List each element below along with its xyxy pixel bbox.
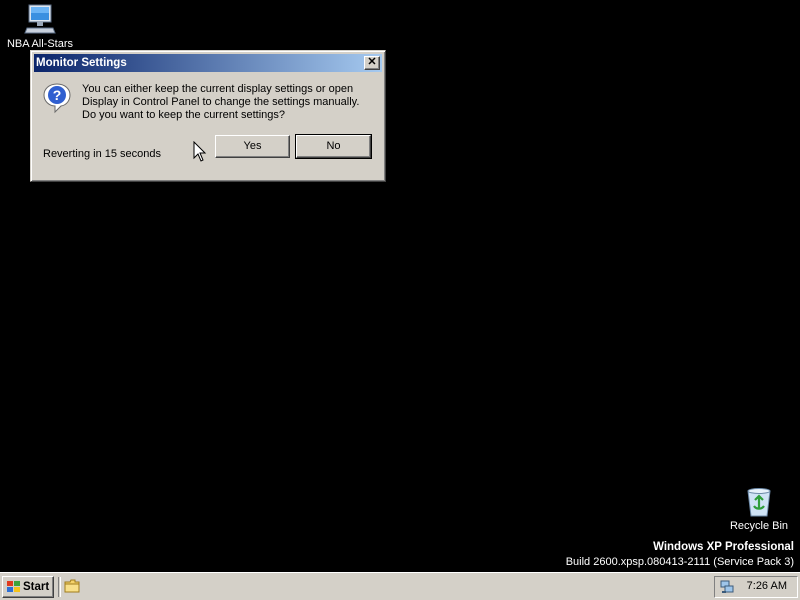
network-icon[interactable] (719, 579, 735, 595)
yes-button[interactable]: Yes (215, 135, 290, 158)
close-icon: ✕ (367, 56, 377, 68)
taskbar: Start 7:26 AM (0, 572, 800, 600)
start-button[interactable]: Start (2, 576, 54, 598)
os-edition-watermark: Windows XP Professional (653, 541, 794, 553)
desktop-icon-label: Recycle Bin (729, 520, 789, 532)
mouse-cursor-icon (193, 141, 207, 162)
dialog-message: You can either keep the current display … (82, 83, 382, 122)
close-button[interactable]: ✕ (364, 56, 380, 70)
no-button[interactable]: No (295, 134, 372, 159)
quick-launch-separator (58, 577, 61, 597)
recycle-bin-icon (747, 488, 771, 517)
question-icon: ? (43, 83, 71, 114)
desktop-icon-recycle-bin[interactable]: Recycle Bin (719, 486, 799, 532)
monitor-settings-dialog: Monitor Settings ✕ ? You can either keep… (30, 50, 386, 182)
folder-icon[interactable] (64, 579, 80, 593)
start-label: Start (23, 581, 50, 593)
dialog-titlebar[interactable]: Monitor Settings ✕ (34, 54, 382, 72)
svg-text:?: ? (53, 87, 62, 103)
system-tray: 7:26 AM (714, 576, 798, 598)
os-build-watermark: Build 2600.xpsp.080413-2111 (Service Pac… (565, 556, 794, 568)
message-line: Do you want to keep the current settings… (82, 109, 286, 121)
revert-countdown: Reverting in 15 seconds (43, 148, 162, 160)
computer-icon (24, 4, 56, 34)
message-line: You can either keep the current display … (82, 83, 354, 95)
windows-logo-icon (7, 581, 20, 592)
desktop-icon-nba-all-stars[interactable]: NBA All-Stars (0, 2, 80, 50)
desktop-icon-label: NBA All-Stars (6, 38, 74, 50)
dialog-title: Monitor Settings (36, 57, 127, 69)
clock[interactable]: 7:26 AM (747, 580, 787, 592)
message-line: Display in Control Panel to change the s… (82, 96, 360, 108)
